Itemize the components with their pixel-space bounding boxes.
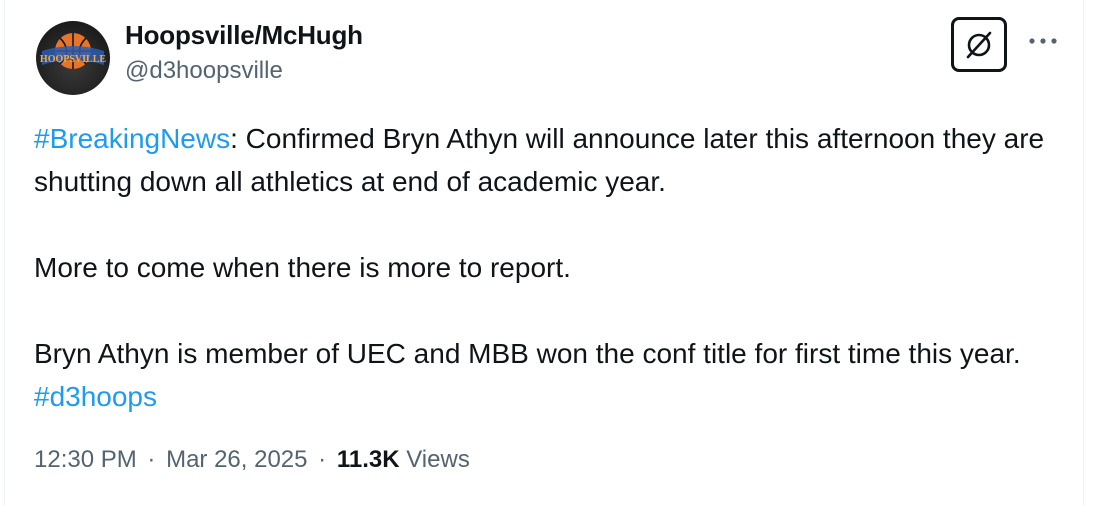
grok-button[interactable] [951,17,1007,72]
meta-separator: · [147,446,156,473]
views-label: Views [406,446,470,473]
basketball-logo-icon: HOOPSVILLE [40,33,106,69]
ellipsis-icon [1029,38,1057,44]
tweet-text: #BreakingNews: Confirmed Bryn Athyn will… [34,117,1054,418]
tweet-paragraph-1: #BreakingNews: Confirmed Bryn Athyn will… [34,117,1054,203]
hashtag-breakingnews-link[interactable]: #BreakingNews [34,123,230,154]
tweet-meta: 12:30 PM · Mar 26, 2025 · 11.3K Views [34,446,470,474]
tweet-paragraph-3-text: Bryn Athyn is member of UEC and MBB won … [34,338,1021,369]
author-display-name[interactable]: Hoopsville/McHugh [125,20,363,51]
more-options-button[interactable] [1021,26,1065,56]
author-handle[interactable]: @d3hoopsville [125,57,283,85]
tweet-paragraph-2: More to come when there is more to repor… [34,252,571,283]
avatar-logo-text: HOOPSVILLE [40,54,106,65]
tweet-time-link[interactable]: 12:30 PM [34,446,137,473]
tweet-card: HOOPSVILLE Hoopsville/McHugh @d3hoopsvil… [4,0,1084,506]
meta-separator: · [318,446,327,473]
author-avatar[interactable]: HOOPSVILLE [36,21,110,95]
hashtag-d3hoops-link[interactable]: #d3hoops [34,381,157,412]
tweet-date-link[interactable]: Mar 26, 2025 [166,446,307,473]
tweet-paragraph-3: Bryn Athyn is member of UEC and MBB won … [34,332,1054,418]
views-count[interactable]: 11.3K [337,446,400,473]
slashed-circle-icon [966,31,992,58]
